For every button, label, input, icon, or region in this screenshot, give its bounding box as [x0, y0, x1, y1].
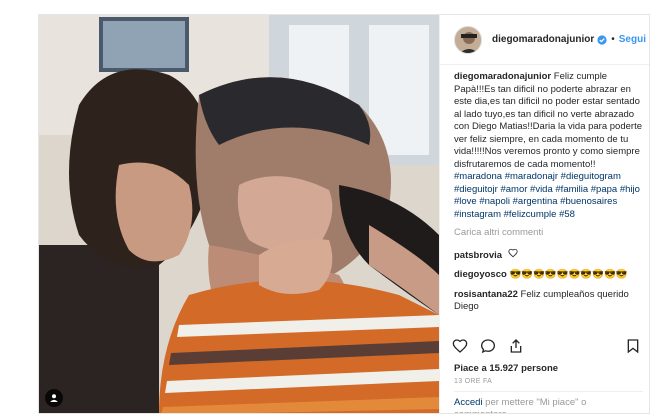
action-bar [452, 333, 641, 359]
user-tag-icon [49, 393, 59, 403]
instagram-post: diegomaradonajunior • Segui diegomaradon… [38, 14, 650, 414]
header-username[interactable]: diegomaradonajunior [492, 34, 594, 45]
comment-bubble-icon[interactable] [480, 338, 496, 354]
comment-username[interactable]: patsbrovia [454, 249, 502, 260]
likes-count[interactable]: Piace a 15.927 persone [454, 363, 558, 374]
caption-username[interactable]: diegomaradonajunior [454, 71, 551, 82]
follow-button[interactable]: Segui [619, 34, 646, 45]
comment-item: rosisantana22 Feliz cumpleaños querido D… [454, 289, 643, 314]
share-icon[interactable] [508, 338, 524, 354]
add-comment-prompt: Accedi per mettere "Mi piace" o commenta… [454, 391, 643, 413]
comments-section: diegomaradonajunior Feliz cumple Papà!!!… [454, 71, 643, 321]
heart-icon[interactable] [452, 338, 468, 354]
comment-item: patsbrovia [454, 248, 643, 263]
caption-hashtags[interactable]: #maradona #maradonajr #dieguitogram #die… [454, 171, 640, 220]
load-more-comments[interactable]: Carica altri commenti [454, 227, 643, 240]
post-photo[interactable] [39, 15, 439, 413]
verified-badge-icon [597, 34, 607, 45]
caption: diegomaradonajunior Feliz cumple Papà!!!… [454, 71, 643, 221]
user-tag-button[interactable] [45, 389, 63, 407]
post-header: diegomaradonajunior • Segui [440, 15, 649, 65]
post-timestamp: 13 ORE FA [454, 378, 493, 385]
login-link[interactable]: Accedi [454, 397, 483, 408]
comment-text: 😎😎😎😎😎😎😎😎😎😎 [509, 269, 628, 280]
comment-item: diegoyosco 😎😎😎😎😎😎😎😎😎😎 [454, 269, 643, 282]
bookmark-icon[interactable] [625, 338, 641, 354]
comment-username[interactable]: rosisantana22 [454, 289, 518, 300]
comment-like-heart-icon[interactable] [508, 248, 518, 263]
photo-illustration [39, 15, 439, 413]
caption-text: Feliz cumple Papà!!!Es tan dificil no po… [454, 71, 642, 170]
avatar[interactable] [454, 25, 482, 54]
separator-dot: • [611, 34, 615, 45]
post-sidebar: diegomaradonajunior • Segui diegomaradon… [439, 15, 649, 413]
comment-username[interactable]: diegoyosco [454, 269, 507, 280]
